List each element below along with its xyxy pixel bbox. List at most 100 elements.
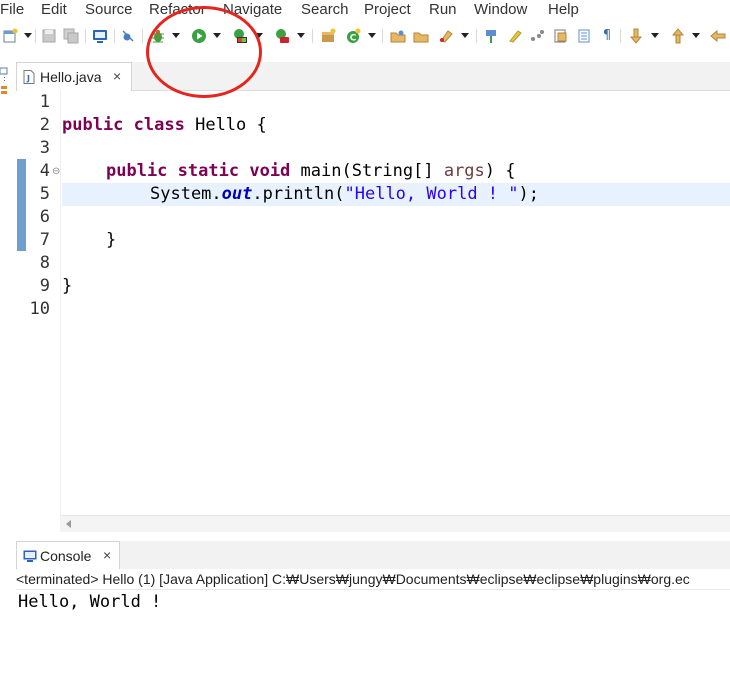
line-number: 9 [39, 276, 50, 296]
run-dropdown-caret[interactable] [213, 33, 221, 38]
code-line-2: public class Hello { [62, 114, 267, 137]
menu-window[interactable]: Window [474, 0, 527, 20]
toggle-mark-occurrences-icon[interactable] [484, 28, 500, 44]
toolbar-separator [142, 29, 143, 43]
search-dropdown-caret[interactable] [461, 33, 469, 38]
menu-project[interactable]: Project [364, 0, 411, 20]
code-text: System. [150, 184, 222, 204]
horizontal-scrollbar[interactable] [60, 515, 730, 532]
tab-close-button[interactable]: × [113, 68, 121, 84]
terminal-icon[interactable] [92, 28, 108, 44]
keyword: public [106, 161, 168, 181]
parameter: args [443, 161, 485, 181]
line-number-gutter: 1 2 3 4 5 6 7 8 9 10 [28, 91, 61, 515]
menu-help[interactable]: Help [548, 0, 579, 20]
keyword: public [62, 115, 124, 135]
menu-navigate[interactable]: Navigate [223, 0, 282, 20]
console-process-status: <terminated> Hello (1) [Java Application… [16, 569, 730, 590]
java-file-icon: J [23, 70, 35, 84]
external-tools-dropdown-caret[interactable] [297, 33, 305, 38]
new-java-class-icon[interactable]: C [345, 28, 361, 44]
highlighter-icon[interactable] [507, 28, 523, 44]
open-type-icon[interactable] [390, 28, 406, 44]
new-dropdown-caret[interactable] [24, 33, 32, 38]
menu-edit[interactable]: Edit [41, 0, 67, 20]
next-annotation-dropdown-caret[interactable] [651, 33, 659, 38]
previous-annotation-icon[interactable] [670, 28, 686, 44]
show-whitespace-icon[interactable]: ¶ [599, 28, 615, 44]
line-number: 3 [39, 138, 50, 158]
method-range-marker [17, 159, 26, 251]
console-tab-bar: Console × [16, 541, 730, 570]
external-tools-icon[interactable] [274, 28, 290, 44]
line-number: 10 [29, 299, 50, 319]
keyword: class [133, 115, 185, 135]
line-number: 5 [39, 184, 50, 204]
menu-file[interactable]: File [0, 0, 24, 20]
code-line-9: } [62, 276, 73, 296]
search-icon[interactable] [438, 28, 454, 44]
class-declaration: Hello { [184, 115, 267, 135]
coverage-icon[interactable] [232, 28, 248, 44]
save-icon[interactable] [41, 28, 57, 44]
menu-bar: File Edit Source Refactor Navigate Searc… [0, 0, 730, 20]
left-trim-strip: ⋮ [0, 54, 16, 686]
debug-dropdown-caret[interactable] [172, 33, 180, 38]
line-number: 2 [39, 115, 50, 135]
run-icon[interactable] [191, 28, 207, 44]
more-icon[interactable]: ⋮ [0, 73, 9, 82]
menu-refactor[interactable]: Refactor [149, 0, 206, 20]
tab-close-button[interactable]: × [103, 547, 111, 563]
toolbar-separator [85, 29, 86, 43]
new-icon[interactable] [2, 28, 18, 44]
debug-icon[interactable] [150, 28, 166, 44]
restore-icon[interactable] [0, 62, 8, 75]
toolbar-separator [476, 29, 477, 43]
open-task-icon[interactable] [413, 28, 429, 44]
new-java-class-dropdown-caret[interactable] [368, 33, 376, 38]
string-literal: "Hello, World ! " [344, 184, 519, 204]
next-annotation-icon[interactable] [628, 28, 644, 44]
block-selection-icon[interactable] [553, 28, 569, 44]
code-editor[interactable]: 1 2 3 4 5 6 7 8 9 10 ⊖ public class Hell… [16, 91, 730, 515]
tab-label: Hello.java [40, 69, 102, 85]
console-output[interactable]: Hello, World ! [16, 590, 730, 686]
static-field: out [221, 184, 253, 204]
toolbar-separator [382, 29, 383, 43]
line-number: 7 [39, 230, 50, 250]
back-icon[interactable] [710, 28, 726, 44]
coverage-dropdown-caret[interactable] [255, 33, 263, 38]
word-wrap-icon[interactable] [529, 28, 545, 44]
code-area[interactable]: public class Hello { public static void … [62, 91, 730, 515]
line-number: 1 [39, 92, 50, 112]
keyword: void [249, 161, 291, 181]
code-line-4: public static void main(String[] args) { [106, 160, 516, 183]
new-java-package-icon[interactable] [320, 28, 336, 44]
method-signature: main(String[] [290, 161, 444, 181]
toolbar-separator [114, 29, 115, 43]
toolbar-separator [35, 29, 36, 43]
svg-text:J: J [26, 74, 30, 83]
previous-annotation-dropdown-caret[interactable] [692, 33, 700, 38]
tab-label: Console [40, 548, 92, 564]
fold-collapse-icon[interactable]: ⊖ [52, 167, 60, 177]
line-number: 8 [39, 253, 50, 273]
save-all-icon[interactable] [63, 28, 79, 44]
code-line-7: } [106, 230, 117, 250]
package-explorer-icon[interactable] [0, 82, 8, 94]
overview-ruler [16, 91, 28, 515]
toolbar-separator [620, 29, 621, 43]
tab-console[interactable]: Console × [16, 541, 120, 570]
toolbar: C ¶ [0, 20, 730, 54]
menu-search[interactable]: Search [301, 0, 349, 20]
scroll-left-arrow-icon[interactable] [66, 520, 71, 528]
code-text: ); [518, 184, 539, 204]
skip-breakpoints-icon[interactable] [120, 28, 136, 44]
toolbar-separator [312, 29, 313, 43]
menu-run[interactable]: Run [429, 0, 457, 20]
console-output-text: Hello, World ! [18, 592, 162, 612]
menu-source[interactable]: Source [85, 0, 133, 20]
tab-hello-java[interactable]: J Hello.java × [16, 62, 132, 91]
method-signature-end: ) { [484, 161, 516, 181]
show-source-icon[interactable] [576, 28, 592, 44]
